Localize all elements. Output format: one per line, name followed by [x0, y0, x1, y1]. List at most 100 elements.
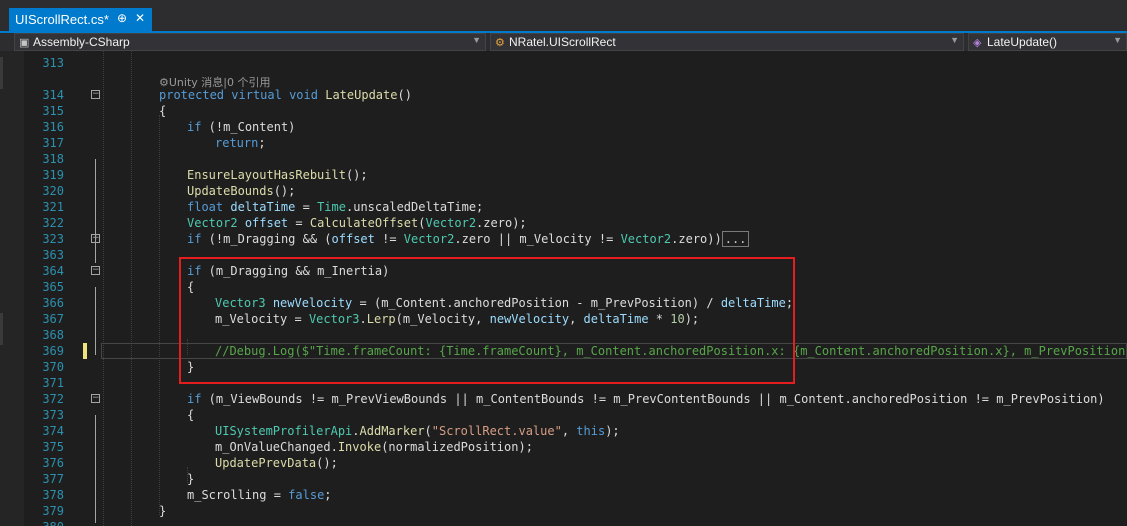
line-number: 373 [42, 408, 64, 422]
line-number: 318 [42, 152, 64, 166]
code-token: false [288, 488, 325, 502]
code-token: Vector2 [620, 232, 672, 246]
code-token: } [159, 504, 167, 518]
code-line[interactable]: 318 [0, 151, 1127, 167]
code-line[interactable]: 313 [0, 55, 1127, 71]
code-text: } [187, 471, 194, 487]
code-token: . [454, 232, 462, 246]
code-token: protected [159, 88, 225, 102]
code-token: zero [461, 232, 491, 246]
code-line[interactable]: 372 − if (m_ViewBounds != m_PrevViewBounds… [0, 391, 1127, 407]
class-icon: ⚙ [495, 37, 505, 49]
code-line[interactable]: 315 { [0, 103, 1127, 119]
project-dropdown[interactable]: ▣ Assembly-CSharp ▼ [14, 33, 486, 51]
code-token: if [187, 120, 202, 134]
code-token: offset [244, 216, 289, 230]
type-dropdown[interactable]: ⚙ NRatel.UIScrollRect ▼ [490, 33, 964, 51]
code-token: m_OnValueChanged [215, 440, 331, 454]
line-number: 374 [42, 424, 64, 438]
code-token: if [187, 392, 202, 406]
line-number: 378 [42, 488, 64, 502]
line-number: 314 [42, 88, 64, 102]
code-token: = [266, 488, 289, 502]
code-line[interactable]: 380 [0, 519, 1127, 526]
collapse-icon[interactable]: − [91, 266, 100, 275]
line-number: 380 [24, 519, 64, 526]
code-line[interactable]: 316 if (!m_Content) [0, 119, 1127, 135]
line-number: 364 [42, 264, 64, 278]
code-token: m_Content [779, 392, 845, 406]
code-line[interactable]: 319 EnsureLayoutHasRebuilt(); [0, 167, 1127, 183]
line-number: 377 [42, 472, 64, 486]
code-editor[interactable]: 313 ⚙Unity 消息|0 个引用 314− protected virtual … [0, 51, 1127, 526]
code-line[interactable]: 314 − protected virtual void LateUpdate() [0, 87, 1127, 103]
code-token: ); [518, 440, 533, 454]
code-token: "ScrollRect.value" [431, 424, 562, 438]
line-number: 313 [42, 56, 64, 70]
chevron-down-icon: ▼ [1113, 35, 1122, 45]
code-token: m_ViewBounds [215, 392, 303, 406]
line-number: 369 [42, 344, 64, 358]
code-line[interactable]: 379} [0, 503, 1127, 519]
code-token: m_PrevViewBounds [331, 392, 448, 406]
code-line[interactable]: 321 float deltaTime = Time.unscaledDeltaT… [0, 199, 1127, 215]
code-token: ); [512, 216, 527, 230]
code-token: anchoredPosition [851, 392, 968, 406]
line-number: 370 [42, 360, 64, 374]
line-number: 319 [42, 168, 64, 182]
member-dropdown-label: LateUpdate() [987, 35, 1058, 49]
line-number: 316 [42, 120, 64, 134]
code-token: () [397, 88, 412, 102]
code-line[interactable]: 376 UpdatePrevData(); [0, 455, 1127, 471]
document-tab-strip: UIScrollRect.cs* ⊕ ✕ [0, 0, 1127, 33]
member-dropdown[interactable]: ◈ LateUpdate() ▼ [968, 33, 1127, 51]
code-text: if (!m_Content) [187, 119, 295, 135]
code-token: UpdatePrevData [215, 456, 317, 470]
code-line[interactable]: 377} [0, 471, 1127, 487]
project-dropdown-label: Assembly-CSharp [33, 35, 130, 49]
code-line[interactable]: 320 UpdateBounds(); [0, 183, 1127, 199]
code-token: = [288, 216, 310, 230]
code-text: UpdatePrevData(); [215, 455, 338, 471]
code-token: != [374, 232, 404, 246]
code-line[interactable]: 317 return; [0, 135, 1127, 151]
code-token: ; [324, 488, 332, 502]
code-line[interactable]: 375 m_OnValueChanged.Invoke(normalizedPos… [0, 439, 1127, 455]
code-token: if [187, 232, 202, 246]
code-token: offset [331, 232, 375, 246]
code-line[interactable]: 373 { [0, 407, 1127, 423]
collapse-icon[interactable]: − [91, 394, 100, 403]
code-token: , [561, 424, 577, 438]
code-token: ( [201, 392, 216, 406]
code-token: (); [345, 168, 368, 182]
line-number: 317 [42, 136, 64, 150]
pin-icon[interactable]: ⊕ [117, 11, 127, 25]
line-number: 372 [42, 392, 64, 406]
code-token: || [490, 232, 520, 246]
type-dropdown-label: NRatel.UIScrollRect [509, 35, 616, 49]
code-token: deltaTime [230, 200, 296, 214]
collapse-icon[interactable]: − [91, 90, 100, 99]
code-line[interactable]: 323+if (!m_Dragging && (offset != Vector… [0, 231, 1127, 247]
line-number: 371 [42, 376, 64, 390]
document-tab[interactable]: UIScrollRect.cs* ⊕ ✕ [9, 8, 152, 32]
code-token: float [187, 200, 224, 214]
code-text: protected virtual void LateUpdate() [159, 87, 412, 103]
close-icon[interactable]: ✕ [135, 11, 145, 25]
code-line[interactable]: 374 UISystemProfilerApi.AddMarker("Scroll… [0, 423, 1127, 439]
code-token: unscaledDeltaTime [353, 200, 477, 214]
line-number: 365 [42, 280, 64, 294]
navigation-bar: ▣ Assembly-CSharp ▼ ⚙ NRatel.UIScrollRect … [0, 33, 1127, 51]
line-number: 376 [42, 456, 64, 470]
code-token: )) [707, 232, 722, 246]
code-line[interactable]: 322 Vector2 offset = CalculateOffset(Vect… [0, 215, 1127, 231]
code-token: UISystemProfilerApi [215, 424, 353, 438]
code-line[interactable]: 378 m_Scrolling = false; [0, 487, 1127, 503]
collapsed-region-button[interactable]: ... [721, 231, 750, 247]
code-token: normalizedPosition [388, 440, 519, 454]
code-text: return; [215, 135, 266, 151]
code-token: void [289, 88, 318, 102]
code-token: . [352, 424, 360, 438]
